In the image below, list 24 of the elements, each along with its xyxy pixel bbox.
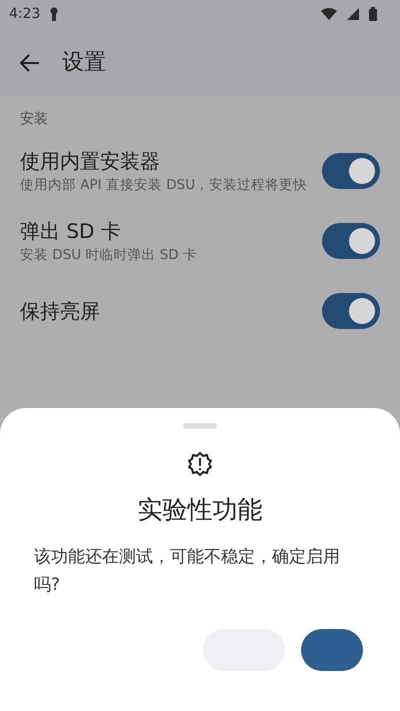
setting-title: 弹出 SD 卡: [20, 218, 122, 245]
page-title: 设置: [62, 49, 106, 77]
setting-description: 安装 DSU 时临时弹出 SD 卡: [20, 246, 198, 265]
section-header: 安装: [20, 110, 49, 129]
status-time: 4:23: [9, 4, 40, 24]
dialog-message: 该功能还在测试，可能不稳定，确定启用吗?: [33, 546, 341, 596]
setting-row[interactable]: 弹出 SD 卡 安装 DSU 时临时弹出 SD 卡: [20, 213, 380, 283]
wifi-icon: [321, 8, 337, 20]
drag-handle[interactable]: [183, 423, 217, 429]
battery-icon: [369, 7, 377, 21]
toggle-switch[interactable]: [322, 223, 380, 259]
toggle-switch[interactable]: [322, 293, 380, 329]
setting-title: 使用内置安装器: [20, 148, 161, 175]
setting-row[interactable]: 使用内置安装器 使用内部 API 直接安装 DSU，安装过程将更快: [20, 143, 380, 213]
warning-badge-icon: [187, 451, 213, 477]
toggle-switch[interactable]: [322, 153, 380, 189]
setting-title: 保持亮屏: [20, 298, 101, 325]
setting-description: 使用内部 API 直接安装 DSU，安装过程将更快: [20, 176, 308, 195]
dialog-title: 实验性功能: [138, 494, 262, 526]
dialog-button[interactable]: [301, 628, 363, 670]
back-arrow-icon[interactable]: [20, 54, 40, 72]
setting-row[interactable]: 保持亮屏: [20, 283, 380, 353]
keyhole-icon: [50, 7, 58, 21]
signal-icon: [347, 8, 359, 20]
